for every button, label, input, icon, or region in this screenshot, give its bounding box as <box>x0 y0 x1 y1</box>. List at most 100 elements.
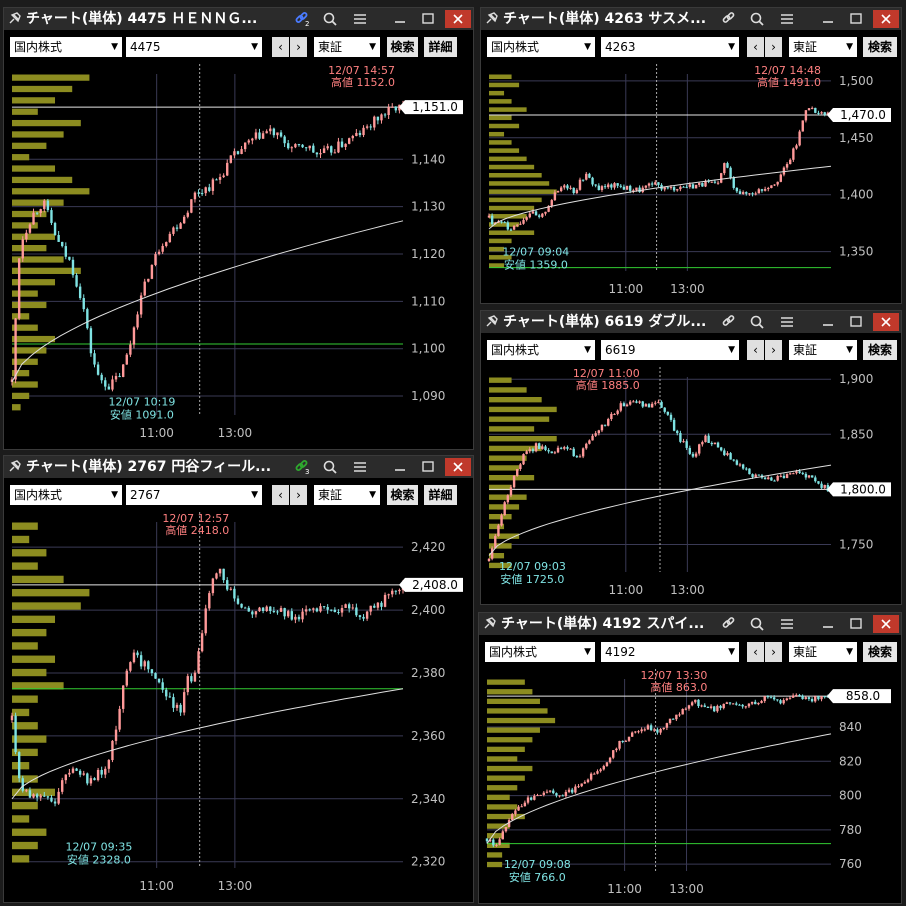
window-titlebar[interactable]: チャート(単体) 4263 サスメ... <box>481 8 901 30</box>
exchange-select[interactable]: 東証 ▼ <box>789 340 857 360</box>
window-titlebar[interactable]: チャート(単体) 4475 ＨＥＮＮＧ... 2 <box>4 8 473 30</box>
next-button[interactable]: › <box>290 485 307 505</box>
volume-profile-bar <box>12 119 81 127</box>
candle-body <box>204 187 207 194</box>
volume-profile-bar <box>12 535 30 544</box>
volume-profile-bar <box>12 828 47 836</box>
market-select[interactable]: 国内株式 ▼ <box>487 37 595 57</box>
search-button[interactable]: 検索 <box>387 485 418 505</box>
close-button[interactable] <box>873 615 899 633</box>
close-button[interactable] <box>873 313 899 331</box>
next-button[interactable]: › <box>765 340 782 360</box>
candle-body <box>729 167 732 178</box>
prev-button[interactable]: ‹ <box>272 485 289 505</box>
next-button[interactable]: › <box>765 37 782 57</box>
maximize-button[interactable] <box>415 458 441 476</box>
detail-button[interactable]: 詳細 <box>424 37 457 57</box>
minimize-button[interactable] <box>387 458 413 476</box>
maximize-button[interactable] <box>843 10 869 28</box>
candle-body <box>304 147 308 149</box>
candle-body <box>104 380 107 387</box>
minimize-button[interactable] <box>815 615 841 633</box>
price-chart[interactable]: 84082080078076011:00 13:00858.012/07 13:3… <box>479 665 902 904</box>
search-icon[interactable] <box>749 314 765 330</box>
prev-button[interactable]: ‹ <box>747 340 764 360</box>
search-icon[interactable] <box>322 459 338 475</box>
market-select[interactable]: 国内株式 ▼ <box>10 485 122 505</box>
candle-body <box>773 480 776 482</box>
window-titlebar[interactable]: チャート(単体) 6619 ダブル... <box>481 311 901 333</box>
market-select[interactable]: 国内株式 ▼ <box>487 340 595 360</box>
candle-body <box>656 729 659 733</box>
close-button[interactable] <box>445 10 471 28</box>
menu-icon[interactable] <box>779 314 795 330</box>
maximize-button[interactable] <box>843 615 869 633</box>
next-button[interactable]: › <box>765 642 782 662</box>
prev-button[interactable]: ‹ <box>747 642 764 662</box>
volume-profile-bar <box>489 416 550 422</box>
pin-icon[interactable] <box>485 11 499 25</box>
market-select[interactable]: 国内株式 ▼ <box>485 642 595 662</box>
pin-icon[interactable] <box>485 314 499 328</box>
detail-button[interactable]: 詳細 <box>424 485 457 505</box>
code-input[interactable]: 4475 ▼ <box>126 37 262 57</box>
search-button[interactable]: 検索 <box>863 340 897 360</box>
market-select[interactable]: 国内株式 ▼ <box>10 37 122 57</box>
menu-icon[interactable] <box>352 11 368 27</box>
y-tick-label: 1,450 <box>839 131 873 145</box>
price-chart[interactable]: 1,140 1,130 1,120 1,110 1,100 1,090 11:00 13:00… <box>4 60 474 449</box>
prev-button[interactable]: ‹ <box>272 37 289 57</box>
menu-icon[interactable] <box>352 459 368 475</box>
price-chart[interactable]: 2,420 2,400 2,380 2,360 2,340 2,320 11:00 13:00… <box>4 508 474 902</box>
search-button[interactable]: 検索 <box>863 37 897 57</box>
candle-body <box>559 187 563 192</box>
exchange-select[interactable]: 東証 ▼ <box>789 642 857 662</box>
price-chart[interactable]: 1,500 1,450 1,400 1,350 11:00 13:00 1,470.0 12/… <box>481 60 902 304</box>
close-button[interactable] <box>445 458 471 476</box>
search-button[interactable]: 検索 <box>387 37 418 57</box>
exchange-select[interactable]: 東証 ▼ <box>789 37 857 57</box>
price-chart[interactable]: 1,9001,8501,8001,75011:0013:001,800.012/… <box>481 363 902 605</box>
candle-body <box>28 790 32 798</box>
candle-body <box>71 259 75 276</box>
exchange-select[interactable]: 東証 ▼ <box>314 37 380 57</box>
candle-body <box>622 186 626 190</box>
candle-body <box>603 186 607 188</box>
code-input[interactable]: 4263 ▼ <box>601 37 739 57</box>
maximize-button[interactable] <box>415 10 441 28</box>
menu-icon[interactable] <box>779 616 795 632</box>
candle-body <box>665 723 669 728</box>
minimize-button[interactable] <box>387 10 413 28</box>
code-input[interactable]: 4192 ▼ <box>601 642 739 662</box>
link-group-icon[interactable]: 2 <box>294 11 310 28</box>
window-titlebar[interactable]: チャート(単体) 2767 円谷フィール... 3 <box>4 456 473 478</box>
search-icon[interactable] <box>749 11 765 27</box>
search-icon[interactable] <box>749 616 765 632</box>
link-icon[interactable] <box>721 11 737 27</box>
minimize-button[interactable] <box>815 10 841 28</box>
maximize-button[interactable] <box>843 313 869 331</box>
menu-icon[interactable] <box>779 11 795 27</box>
candle-body <box>147 278 150 282</box>
minimize-button[interactable] <box>815 313 841 331</box>
candle-body <box>279 132 283 137</box>
link-group-icon[interactable]: 3 <box>294 459 310 476</box>
search-button[interactable]: 検索 <box>863 642 897 662</box>
candle-body <box>516 224 519 226</box>
window-titlebar[interactable]: チャート(単体) 4192 スパイ... <box>479 613 901 635</box>
search-icon[interactable] <box>322 11 338 27</box>
pin-icon[interactable] <box>8 459 22 473</box>
code-input[interactable]: 6619 ▼ <box>601 340 739 360</box>
code-input[interactable]: 2767 ▼ <box>126 485 262 505</box>
candle-body <box>165 242 168 246</box>
pin-icon[interactable] <box>483 616 497 630</box>
candle-body <box>610 413 613 419</box>
close-button[interactable] <box>873 10 899 28</box>
exchange-select[interactable]: 東証 ▼ <box>314 485 380 505</box>
pin-icon[interactable] <box>8 11 22 25</box>
link-icon[interactable] <box>721 314 737 330</box>
next-button[interactable]: › <box>290 37 307 57</box>
prev-button[interactable]: ‹ <box>747 37 764 57</box>
market-select-label: 国内株式 <box>491 343 540 357</box>
link-icon[interactable] <box>721 616 737 632</box>
